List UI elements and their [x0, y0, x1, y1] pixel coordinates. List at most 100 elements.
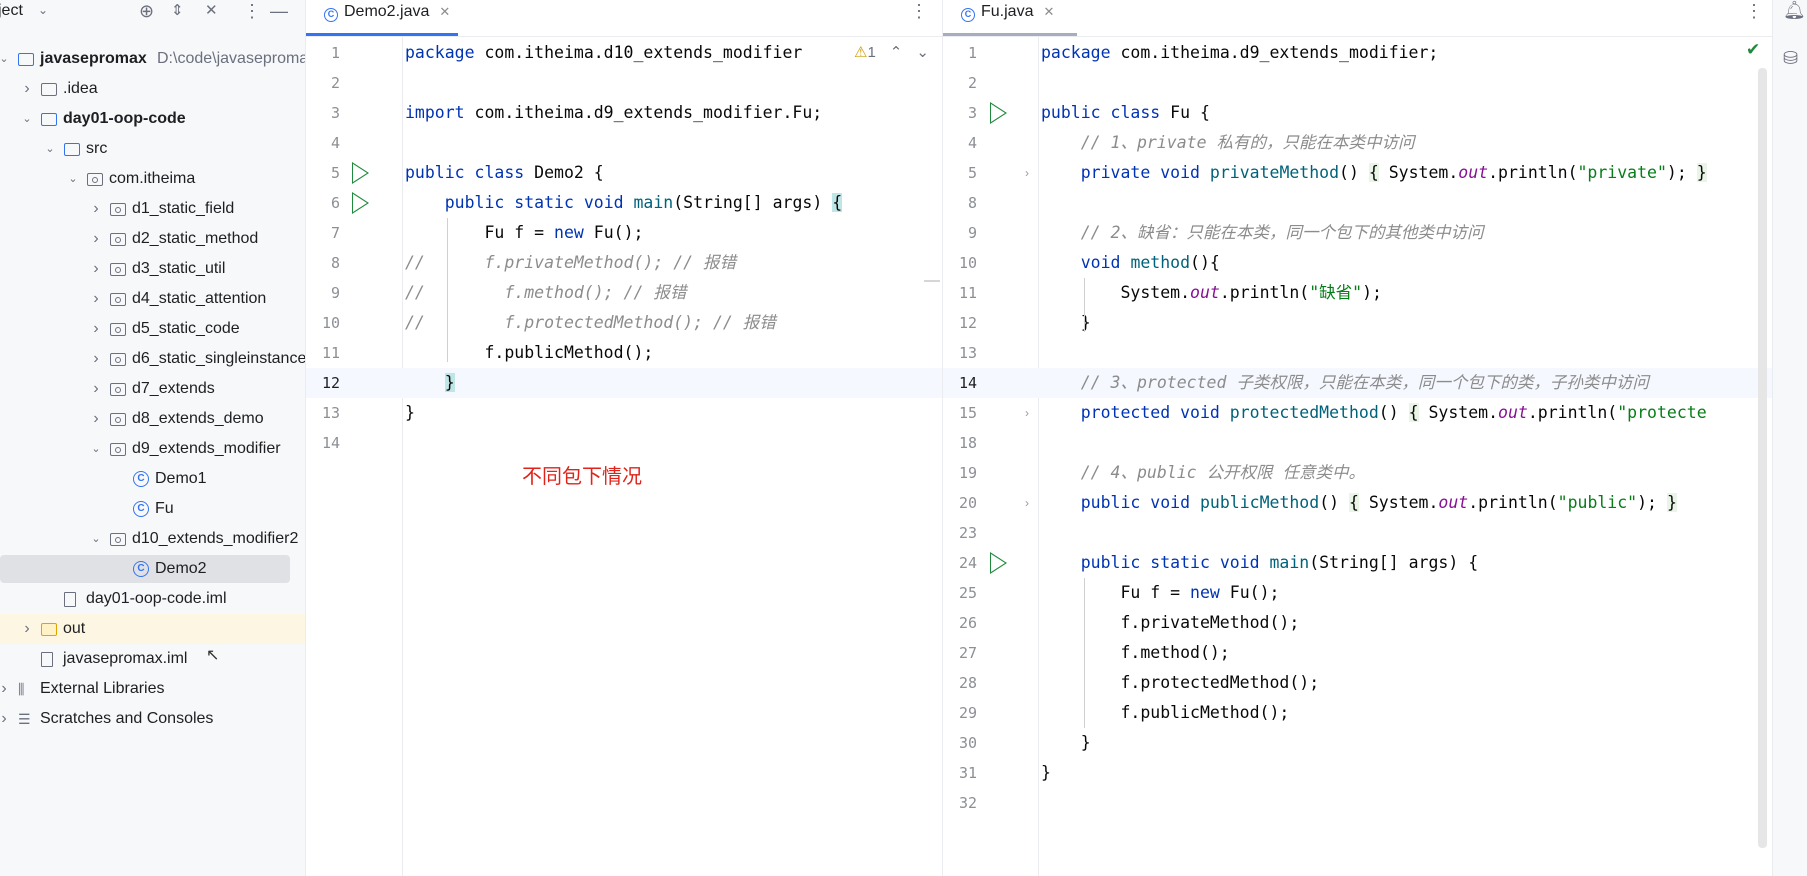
code-line[interactable]: 9// f.method(); // 报错: [306, 278, 942, 308]
chevron-right-icon[interactable]: ›: [90, 224, 102, 254]
tree-item-demo1[interactable]: C Demo1: [0, 464, 305, 494]
code-line[interactable]: 8 // f.privateMethod(); // 报错: [306, 248, 942, 278]
chevron-down-icon[interactable]: ⌄: [90, 524, 102, 554]
code-line[interactable]: 29 f.publicMethod();: [943, 698, 1772, 728]
tab-options-icon[interactable]: ⋮: [1745, 0, 1763, 22]
code-line[interactable]: 8: [943, 188, 1772, 218]
tree-item-src[interactable]: ⌄ src: [0, 134, 305, 164]
code-line[interactable]: 10 // f.protectedMethod(); // 报错: [306, 308, 942, 338]
code-line[interactable]: 11 f.publicMethod();: [306, 338, 942, 368]
notifications-icon[interactable]: 🔔︎: [1783, 0, 1806, 21]
code-line[interactable]: 13}: [306, 398, 942, 428]
tree-item-javasepromax[interactable]: ⌄ javasepromax D:\code\javasepromax: [0, 44, 305, 74]
chevron-down-icon[interactable]: ⌄: [21, 104, 33, 134]
no-problems-check-icon[interactable]: ✔: [1746, 40, 1760, 60]
fold-expand-icon[interactable]: ›: [1025, 158, 1029, 188]
code-line[interactable]: 31}: [943, 758, 1772, 788]
tree-item-day01-oop-code[interactable]: ⌄ day01-oop-code: [0, 104, 305, 134]
chevron-right-icon[interactable]: ›: [90, 314, 102, 344]
code-line[interactable]: 3 public class Fu {: [943, 98, 1772, 128]
tree-item-javasepromax-iml[interactable]: javasepromax.iml: [0, 644, 305, 674]
code-line[interactable]: 19 // 4、public 公开权限 任意类中。: [943, 458, 1772, 488]
code-line[interactable]: 14 // 3、protected 子类权限，只能在本类，同一个包下的类，子孙类…: [943, 368, 1772, 398]
options-menu-icon[interactable]: ⋮: [243, 0, 261, 22]
chevron-down-icon[interactable]: ⌄: [67, 164, 79, 194]
collapse-all-icon[interactable]: ✕: [205, 0, 218, 22]
database-icon[interactable]: ⛁: [1783, 48, 1798, 69]
chevron-right-icon[interactable]: ›: [21, 74, 33, 104]
chevron-right-icon[interactable]: ›: [90, 344, 102, 374]
code-line[interactable]: 27 f.method();: [943, 638, 1772, 668]
tree-item-d7-extends[interactable]: › d7_extends: [0, 374, 305, 404]
code-line[interactable]: 20 › public void publicMethod() { System.…: [943, 488, 1772, 518]
tree-item-d8-extends-demo[interactable]: › d8_extends_demo: [0, 404, 305, 434]
code-line[interactable]: 11 System.out.println("缺省");: [943, 278, 1772, 308]
code-line[interactable]: 1 package com.itheima.d9_extends_modifier…: [943, 38, 1772, 68]
project-panel-title[interactable]: ject: [0, 2, 23, 20]
chevron-right-icon[interactable]: ›: [90, 194, 102, 224]
inspection-widget[interactable]: ⚠1 ⌃ ⌄: [854, 43, 929, 61]
tree-item-out[interactable]: › out: [0, 614, 305, 644]
chevron-down-icon[interactable]: ⌄: [916, 44, 929, 61]
code-line[interactable]: 24 public static void main(String[] args…: [943, 548, 1772, 578]
code-line[interactable]: 15 › protected void protectedMethod() { S…: [943, 398, 1772, 428]
tab-demo2-java[interactable]: C Demo2.java ✕: [316, 0, 458, 36]
code-line[interactable]: 12 }: [306, 368, 942, 398]
tree-item-demo2[interactable]: C Demo2: [0, 554, 305, 584]
code-line[interactable]: 26 f.privateMethod();: [943, 608, 1772, 638]
code-line[interactable]: 13: [943, 338, 1772, 368]
tree-item-day01-oop-code-iml[interactable]: day01-oop-code.iml: [0, 584, 305, 614]
code-line[interactable]: 5 public class Demo2 {: [306, 158, 942, 188]
chevron-right-icon[interactable]: ›: [90, 284, 102, 314]
chevron-right-icon[interactable]: ›: [90, 404, 102, 434]
tree-item-d1-static-field[interactable]: › d1_static_field: [0, 194, 305, 224]
code-line[interactable]: 18: [943, 428, 1772, 458]
locate-icon[interactable]: ⊕: [139, 0, 154, 22]
code-line[interactable]: 7 Fu f = new Fu();: [306, 218, 942, 248]
code-line[interactable]: 25 Fu f = new Fu();: [943, 578, 1772, 608]
chevron-right-icon[interactable]: ›: [0, 704, 10, 734]
chevron-up-icon[interactable]: ⌃: [890, 44, 903, 61]
vertical-scrollbar[interactable]: [1758, 68, 1767, 848]
code-line[interactable]: 32: [943, 788, 1772, 818]
code-line[interactable]: 1 package com.itheima.d10_extends_modifie…: [306, 38, 942, 68]
tree-item-scratches-and-consoles[interactable]: › ☰ Scratches and Consoles: [0, 704, 305, 734]
tree-item-d9-extends-modifier[interactable]: ⌄ d9_extends_modifier: [0, 434, 305, 464]
tree-item-d10-extends-modifier2[interactable]: ⌄ d10_extends_modifier2: [0, 524, 305, 554]
tree-item-d2-static-method[interactable]: › d2_static_method: [0, 224, 305, 254]
tree-item-d6-static-singleinstance[interactable]: › d6_static_singleinstance: [0, 344, 305, 374]
fold-expand-icon[interactable]: ›: [1025, 488, 1029, 518]
expand-all-icon[interactable]: ⇕: [171, 0, 184, 22]
tree-item-com-itheima[interactable]: ⌄ com.itheima: [0, 164, 305, 194]
code-line[interactable]: 5 › private void privateMethod() { System…: [943, 158, 1772, 188]
close-icon[interactable]: ✕: [1043, 4, 1054, 19]
chevron-right-icon[interactable]: ›: [21, 614, 33, 644]
code-line[interactable]: 10 void method(){: [943, 248, 1772, 278]
code-line[interactable]: 9 // 2、缺省：只能在本类，同一个包下的其他类中访问: [943, 218, 1772, 248]
chevron-right-icon[interactable]: ›: [0, 674, 10, 704]
chevron-right-icon[interactable]: ›: [90, 374, 102, 404]
chevron-down-icon[interactable]: ⌄: [0, 44, 10, 74]
code-line[interactable]: 12 }: [943, 308, 1772, 338]
tree-item-external-libraries[interactable]: › ⫼ External Libraries: [0, 674, 305, 704]
code-line[interactable]: 3 import com.itheima.d9_extends_modifier.…: [306, 98, 942, 128]
hide-panel-icon[interactable]: —: [270, 0, 288, 22]
fold-expand-icon[interactable]: ›: [1025, 398, 1029, 428]
tree-item-d5-static-code[interactable]: › d5_static_code: [0, 314, 305, 344]
chevron-right-icon[interactable]: ›: [90, 254, 102, 284]
code-line[interactable]: 23: [943, 518, 1772, 548]
tree-item-d3-static-util[interactable]: › d3_static_util: [0, 254, 305, 284]
code-line[interactable]: 2: [943, 68, 1772, 98]
chevron-down-icon[interactable]: ⌄: [90, 434, 102, 464]
tree-item--idea[interactable]: › .idea: [0, 74, 305, 104]
tree-item-d4-static-attention[interactable]: › d4_static_attention: [0, 284, 305, 314]
code-line[interactable]: 14: [306, 428, 942, 458]
code-line[interactable]: 28 f.protectedMethod();: [943, 668, 1772, 698]
code-line[interactable]: 2: [306, 68, 942, 98]
tab-options-icon[interactable]: ⋮: [910, 0, 928, 22]
chevron-down-icon[interactable]: ⌄: [38, 3, 48, 17]
tree-item-fu[interactable]: C Fu: [0, 494, 305, 524]
chevron-down-icon[interactable]: ⌄: [44, 134, 56, 164]
tab-fu-java[interactable]: C Fu.java ✕: [953, 0, 1062, 36]
code-line[interactable]: 6 public static void main(String[] args)…: [306, 188, 942, 218]
